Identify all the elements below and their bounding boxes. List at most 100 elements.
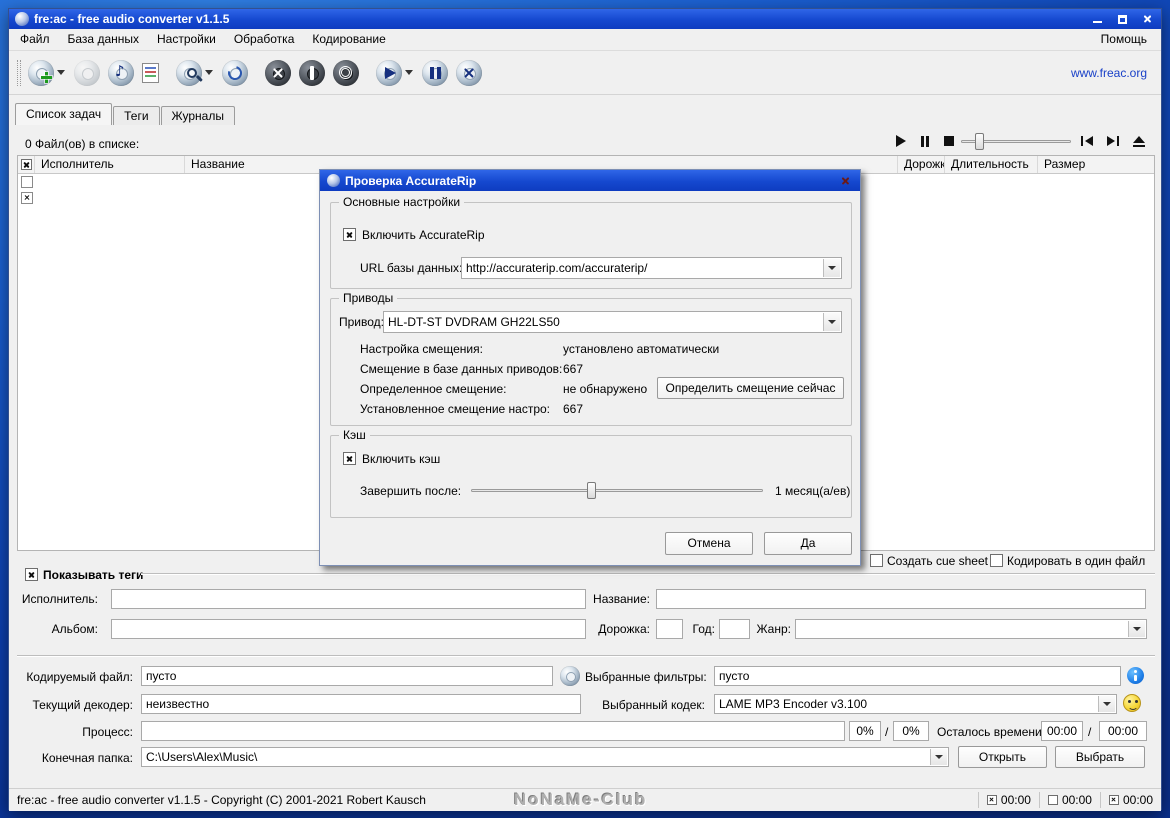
menu-database[interactable]: База данных	[59, 29, 148, 50]
pause-encoding-button[interactable]	[422, 59, 448, 86]
toggle-selection-button[interactable]	[21, 192, 33, 204]
current-decoder-label: Текущий декодер:	[32, 698, 133, 712]
tab-logs[interactable]: Журналы	[160, 106, 235, 125]
seek-slider-thumb[interactable]	[975, 133, 984, 150]
dialog-title: Проверка AccurateRip	[345, 173, 477, 188]
minimize-button[interactable]	[1089, 12, 1105, 26]
configured-offset-label: Установленное смещение настро:	[360, 402, 551, 416]
output-folder-combo[interactable]: C:\Users\Alex\Music\	[141, 747, 949, 767]
menu-settings[interactable]: Настройки	[148, 29, 225, 50]
genre-combo-arrow[interactable]	[1128, 621, 1145, 637]
preview-play-button[interactable]	[891, 133, 911, 149]
next-track-button[interactable]	[1103, 133, 1123, 149]
dialog-cancel-button[interactable]: Отмена	[665, 532, 753, 555]
status-box-icon-1	[986, 795, 997, 805]
show-tags-label: Показывать теги	[43, 568, 144, 582]
album-input[interactable]	[111, 619, 586, 639]
select-all-icon	[20, 159, 32, 170]
enable-accuraterip-checkbox[interactable]	[343, 228, 356, 241]
track-input[interactable]	[656, 619, 683, 639]
dialog-titlebar[interactable]: Проверка AccurateRip	[320, 170, 860, 191]
single-file-checkbox[interactable]	[990, 554, 1003, 567]
year-input[interactable]	[719, 619, 750, 639]
menu-help[interactable]: Помощь	[1092, 29, 1159, 50]
menu-file[interactable]: Файл	[11, 29, 59, 50]
magnifier-icon	[187, 67, 197, 78]
previous-track-button[interactable]	[1077, 133, 1097, 149]
maximize-button[interactable]	[1114, 12, 1130, 26]
title-input[interactable]	[656, 589, 1146, 609]
cache-expire-value: 1 месяц(а/ев)	[775, 484, 851, 498]
show-tags-checkbox[interactable]	[25, 568, 38, 581]
menu-processing[interactable]: Обработка	[225, 29, 304, 50]
open-folder-button[interactable]: Открыть	[958, 746, 1047, 768]
status-time-cell-2: 00:00	[1038, 792, 1100, 808]
dialog-ok-button[interactable]: Да	[764, 532, 852, 555]
column-track[interactable]: Дорожка	[898, 156, 945, 173]
info-disc-button[interactable]	[299, 59, 325, 86]
eject-button[interactable]	[1129, 133, 1149, 149]
column-length[interactable]: Длительность	[945, 156, 1038, 173]
joblist-file-button[interactable]	[142, 62, 159, 83]
current-file-field: пусто	[141, 666, 553, 686]
drive-combo-arrow[interactable]	[823, 313, 840, 331]
cache-expiry-slider[interactable]	[471, 482, 763, 499]
column-select-all[interactable]	[18, 156, 35, 173]
statusbar-times: 00:00 00:00 00:00	[977, 789, 1161, 811]
statusbar: fre:ac - free audio converter v1.1.5 - C…	[9, 788, 1161, 811]
close-button[interactable]	[1139, 12, 1155, 26]
preview-stop-button[interactable]	[939, 133, 959, 149]
cddb-query-button[interactable]	[176, 59, 202, 86]
toolbar-grip[interactable]	[17, 59, 21, 86]
selected-filters-field: пусто	[714, 666, 1121, 686]
cancel-icon	[463, 67, 475, 79]
output-folder-arrow[interactable]	[930, 749, 947, 765]
add-files-button[interactable]	[28, 59, 54, 86]
cue-sheet-checkbox[interactable]	[870, 554, 883, 567]
codec-config-smiley-icon[interactable]	[1123, 694, 1141, 712]
db-offset-value: 667	[563, 362, 584, 376]
add-files-menu-arrow[interactable]	[57, 70, 65, 75]
current-file-disc-icon	[560, 666, 580, 686]
tab-joblist[interactable]: Список задач	[15, 103, 113, 125]
codec-combo-arrow[interactable]	[1098, 696, 1115, 712]
playlist-button[interactable]: ♪	[108, 59, 134, 86]
stop-encoding-button[interactable]	[456, 59, 482, 86]
detect-offset-button[interactable]: Определить смещение сейчас	[657, 377, 844, 399]
app-window: fre:ac - free audio converter v1.1.5 Фай…	[8, 8, 1162, 811]
remove-all-button[interactable]	[265, 59, 291, 86]
tab-tags[interactable]: Теги	[113, 106, 160, 125]
cue-sheet-label: Создать cue sheet	[887, 554, 988, 568]
select-folder-button[interactable]: Выбрать	[1055, 746, 1145, 768]
dialog-close-button[interactable]	[837, 174, 853, 188]
statusbar-text: fre:ac - free audio converter v1.1.5 - C…	[17, 793, 426, 807]
x-icon	[272, 67, 284, 79]
database-url-combo[interactable]: http://accuraterip.com/accuraterip/	[461, 257, 842, 279]
database-url-arrow[interactable]	[823, 259, 840, 277]
column-size[interactable]: Размер	[1038, 156, 1154, 173]
cache-expire-label: Завершить после:	[360, 484, 462, 498]
cddb-submit-button[interactable]	[222, 59, 248, 86]
status-time-cell-1: 00:00	[977, 792, 1039, 808]
window-title: fre:ac - free audio converter v1.1.5	[34, 12, 230, 26]
genre-combo[interactable]	[795, 619, 1147, 639]
column-artist[interactable]: Исполнитель	[35, 156, 185, 173]
drive-combo[interactable]: HL-DT-ST DVDRAM GH22LS50	[383, 311, 842, 333]
start-encoding-menu-arrow[interactable]	[405, 70, 413, 75]
freac-website-link[interactable]: www.freac.org	[1071, 66, 1147, 80]
menu-encoding[interactable]: Кодирование	[303, 29, 394, 50]
codec-combo[interactable]: LAME MP3 Encoder v3.100	[714, 694, 1117, 714]
cddb-query-menu-arrow[interactable]	[205, 70, 213, 75]
start-encoding-button[interactable]	[376, 59, 402, 86]
cache-expiry-slider-thumb[interactable]	[587, 482, 596, 499]
artist-input[interactable]	[111, 589, 586, 609]
titlebar[interactable]: fre:ac - free audio converter v1.1.5	[9, 9, 1161, 29]
filters-info-icon[interactable]	[1127, 667, 1144, 684]
artist-label: Исполнитель:	[21, 592, 98, 606]
settings-button[interactable]	[333, 59, 359, 86]
preview-pause-button[interactable]	[915, 133, 935, 149]
seek-slider[interactable]	[961, 133, 1071, 150]
select-none-button[interactable]	[21, 176, 33, 188]
track-progress-value: 0%	[849, 721, 881, 741]
enable-cache-checkbox[interactable]	[343, 452, 356, 465]
